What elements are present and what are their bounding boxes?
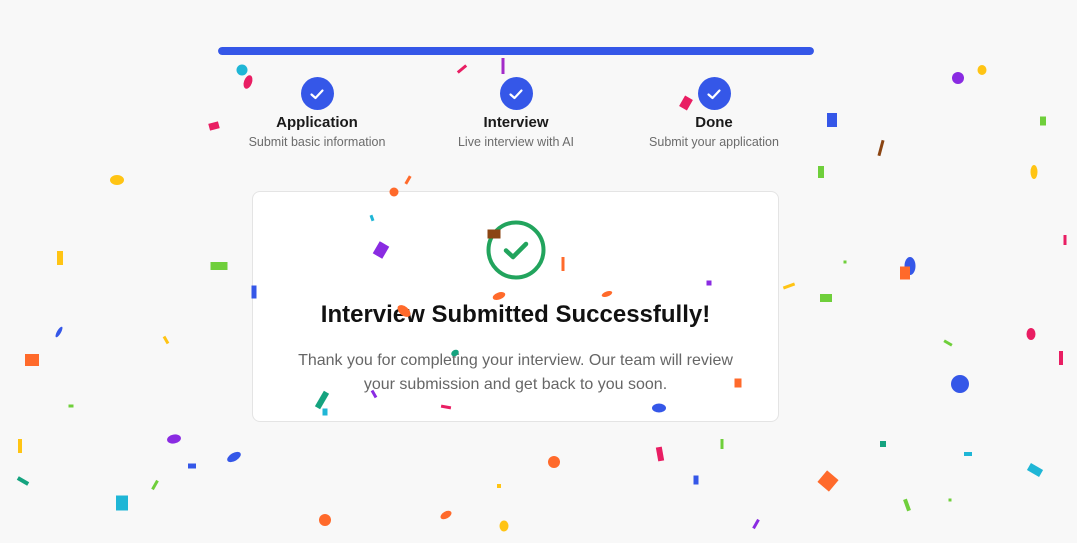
step-check-icon: [499, 77, 533, 110]
step-description: Submit your application: [649, 135, 779, 149]
confetti-piece: [752, 518, 760, 530]
progress-bar-fill: [218, 47, 814, 55]
confetti-piece: [655, 446, 665, 462]
confetti-piece: [167, 434, 181, 444]
confetti-piece: [951, 375, 969, 393]
confetti-piece: [977, 65, 987, 75]
confetti-piece: [1040, 116, 1046, 126]
step-done: Done Submit your application: [614, 77, 814, 150]
confetti-piece: [964, 452, 972, 456]
confetti-piece: [903, 498, 911, 512]
confetti-piece: [693, 475, 699, 485]
confetti-piece: [110, 175, 124, 185]
confetti-piece: [55, 326, 63, 338]
confetti-piece: [68, 404, 74, 408]
step-title: Application: [276, 114, 358, 131]
step-description: Live interview with AI: [457, 135, 575, 149]
confetti-piece: [501, 58, 505, 74]
confetti-piece: [497, 484, 501, 488]
confetti-piece: [818, 166, 824, 178]
confetti-piece: [880, 441, 886, 447]
confetti-piece: [952, 72, 964, 84]
confetti-piece: [1030, 165, 1038, 179]
confetti-piece: [456, 64, 468, 74]
confetti-piece: [827, 113, 837, 127]
confetti-piece: [25, 354, 39, 366]
confetti-piece: [57, 251, 63, 265]
confetti-piece: [18, 439, 22, 453]
confetti-piece: [116, 495, 128, 511]
confetti-piece: [1059, 351, 1063, 365]
step-title: Done: [695, 114, 733, 131]
confetti-piece: [499, 520, 509, 532]
confetti-piece: [162, 335, 170, 345]
step-interview: Interview Live interview with AI: [416, 77, 616, 150]
step-check-icon: [697, 77, 731, 110]
confetti-piece: [820, 294, 832, 302]
confetti-piece: [1026, 463, 1044, 477]
confetti-piece: [404, 175, 412, 185]
interview-success-page: Application Submit basic information Int…: [0, 0, 1077, 543]
confetti-piece: [319, 514, 331, 526]
confetti-piece: [210, 262, 228, 270]
confetti-piece: [782, 282, 796, 290]
progress-bar: [218, 47, 814, 55]
confetti-piece: [151, 479, 159, 491]
success-card: Interview Submitted Successfully! Thank …: [252, 191, 779, 422]
step-check-icon: [300, 77, 334, 110]
confetti-piece: [943, 339, 953, 347]
confetti-piece: [1026, 328, 1036, 340]
confetti-piece: [188, 463, 196, 469]
confetti-piece: [877, 139, 885, 157]
confetti-piece: [1063, 235, 1067, 245]
check-circle-icon: [485, 219, 547, 281]
step-title: Interview: [483, 114, 549, 131]
step-description: Submit basic information: [248, 135, 386, 149]
confetti-piece: [843, 260, 847, 264]
confetti-piece: [16, 476, 30, 486]
confetti-piece: [236, 64, 248, 76]
confetti-piece: [900, 266, 910, 280]
confetti-piece: [548, 456, 560, 468]
confetti-piece: [440, 510, 452, 520]
confetti-piece: [817, 470, 839, 492]
confetti-piece: [227, 451, 241, 463]
confetti-piece: [948, 498, 952, 502]
confetti-piece: [720, 439, 724, 449]
success-title: Interview Submitted Successfully!: [320, 301, 711, 328]
step-application: Application Submit basic information: [217, 77, 417, 150]
confetti-piece: [904, 257, 916, 275]
success-message: Thank you for completing your interview.…: [298, 352, 733, 393]
